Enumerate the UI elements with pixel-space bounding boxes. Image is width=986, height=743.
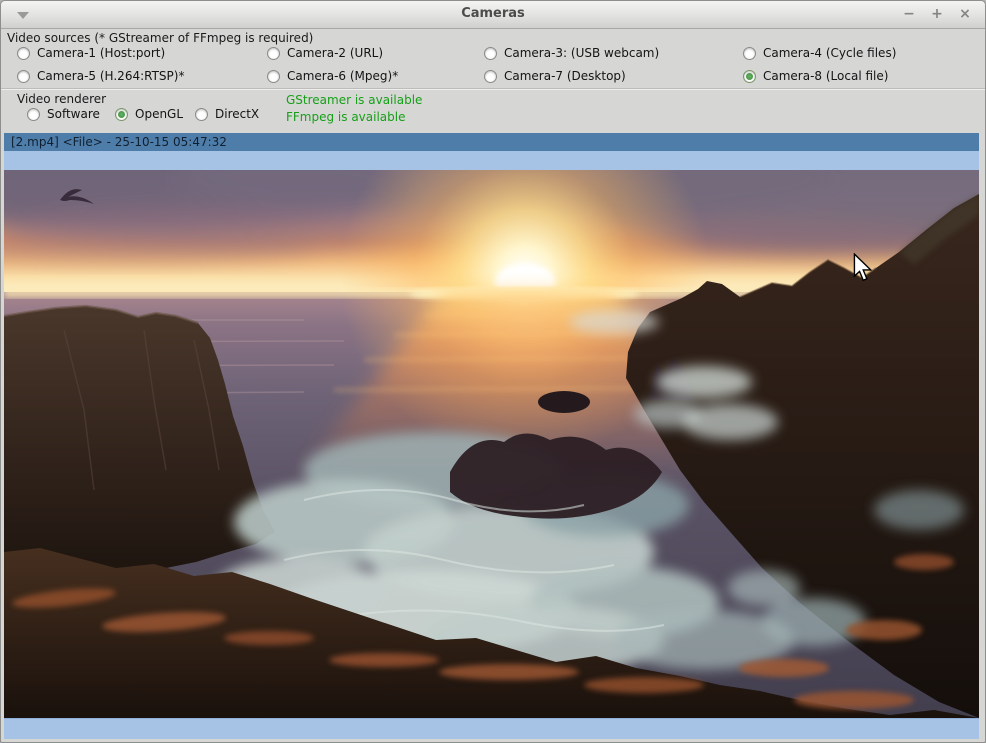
video-status-bar: [2.mp4] <File> - 25-10-15 05:47:32 (4, 133, 979, 151)
radio-circle (267, 47, 280, 60)
video-sources-label: Video sources (* GStreamer of FFmpeg is … (7, 31, 313, 45)
sunset-coast-scene (4, 170, 979, 718)
radio-circle (743, 70, 756, 83)
radio-renderer-opengl[interactable]: OpenGL (115, 106, 183, 122)
radio-camera-6[interactable]: Camera-6 (Mpeg)* (267, 68, 398, 84)
close-button[interactable]: × (957, 6, 973, 22)
spacer-bar-bottom (4, 718, 979, 739)
video-renderer-label: Video renderer (17, 92, 106, 106)
radio-circle (743, 47, 756, 60)
titlebar: Cameras − + × (1, 1, 985, 29)
radio-camera-1[interactable]: Camera-1 (Host:port) (17, 45, 165, 61)
radio-label: OpenGL (135, 107, 183, 121)
radio-renderer-directx[interactable]: DirectX (195, 106, 259, 122)
spacer-bar-top (4, 151, 979, 170)
separator (1, 88, 985, 90)
radio-circle (17, 47, 30, 60)
radio-camera-8[interactable]: Camera-8 (Local file) (743, 68, 888, 84)
app-window: Cameras − + × Video sources (* GStreamer… (0, 0, 986, 743)
radio-label: Camera-1 (Host:port) (37, 46, 165, 60)
minimize-button[interactable]: − (901, 6, 917, 22)
radio-label: Software (47, 107, 100, 121)
window-controls: − + × (901, 6, 973, 22)
radio-label: Camera-8 (Local file) (763, 69, 888, 83)
radio-camera-2[interactable]: Camera-2 (URL) (267, 45, 383, 61)
radio-circle (195, 108, 208, 121)
radio-camera-5[interactable]: Camera-5 (H.264:RTSP)* (17, 68, 184, 84)
radio-label: Camera-3: (USB webcam) (504, 46, 659, 60)
radio-circle (27, 108, 40, 121)
radio-label: Camera-2 (URL) (287, 46, 383, 60)
radio-renderer-software[interactable]: Software (27, 106, 100, 122)
gstreamer-status-text: GStreamer is available (286, 93, 422, 107)
maximize-button[interactable]: + (929, 6, 945, 22)
radio-circle (17, 70, 30, 83)
radio-camera-7[interactable]: Camera-7 (Desktop) (484, 68, 626, 84)
radio-circle (267, 70, 280, 83)
ffmpeg-status-text: FFmpeg is available (286, 110, 406, 124)
radio-camera-4[interactable]: Camera-4 (Cycle files) (743, 45, 896, 61)
radio-camera-3[interactable]: Camera-3: (USB webcam) (484, 45, 659, 61)
radio-circle (484, 47, 497, 60)
window-title: Cameras (1, 6, 985, 21)
radio-label: Camera-4 (Cycle files) (763, 46, 896, 60)
radio-label: Camera-5 (H.264:RTSP)* (37, 69, 184, 83)
video-display[interactable] (4, 170, 979, 718)
video-status-text: [2.mp4] <File> - 25-10-15 05:47:32 (11, 135, 227, 149)
radio-circle (115, 108, 128, 121)
radio-circle (484, 70, 497, 83)
radio-label: DirectX (215, 107, 259, 121)
radio-label: Camera-7 (Desktop) (504, 69, 626, 83)
radio-label: Camera-6 (Mpeg)* (287, 69, 398, 83)
